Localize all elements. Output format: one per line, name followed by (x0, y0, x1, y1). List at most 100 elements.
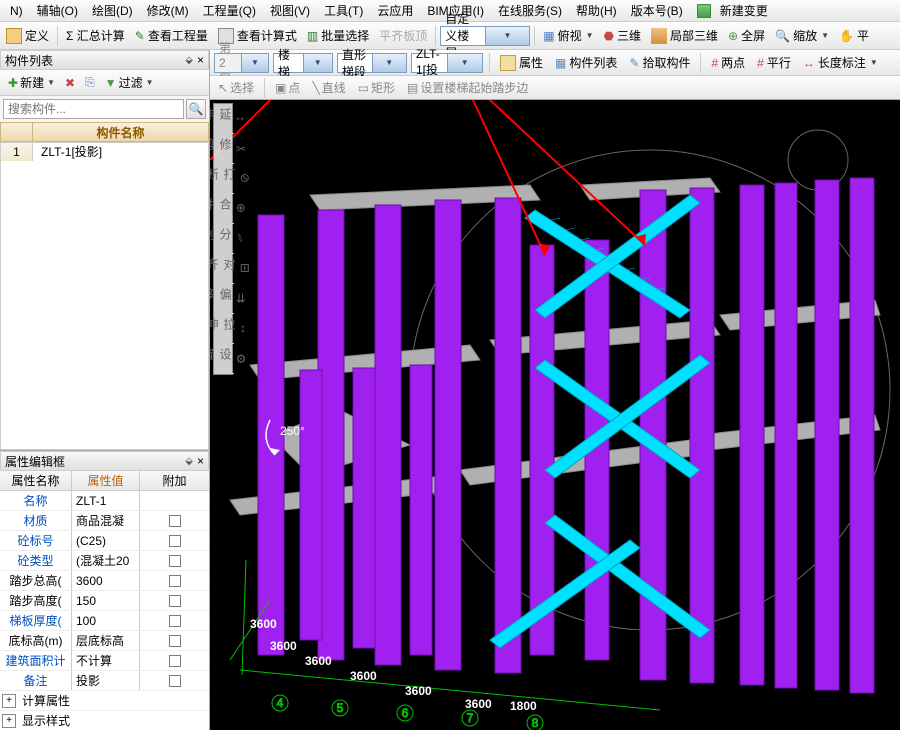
menu-cloud[interactable]: 云应用 (371, 0, 419, 21)
component-grid[interactable]: 1 ZLT-1[投影] (0, 142, 209, 450)
vp-settings[interactable]: ⚙设置 (214, 344, 234, 374)
two-point-button[interactable]: #两点 (707, 52, 749, 73)
property-row[interactable]: 砼标号 (C25) (0, 531, 209, 551)
prop-value[interactable]: (C25) (72, 531, 140, 550)
fullscreen-button[interactable]: ⊕全屏 (724, 25, 769, 46)
property-row[interactable]: 底标高(m) 层底标高 (0, 631, 209, 651)
point-button[interactable]: ▣点 (271, 78, 304, 97)
filter-button[interactable]: ▼过滤▼ (101, 72, 158, 93)
sum-calc-button[interactable]: Σ 汇总计算 (62, 25, 129, 46)
vp-align[interactable]: ⊟对齐▾ (214, 254, 234, 284)
vp-split[interactable]: ⑊分割 (214, 224, 234, 254)
properties-button[interactable]: 属性 (496, 52, 547, 73)
checkbox[interactable] (169, 635, 181, 647)
flush-slab-button[interactable]: 平齐板顶 (375, 25, 431, 46)
search-button[interactable]: 🔍 (186, 99, 206, 119)
prop-value[interactable]: 不计算 (72, 651, 140, 670)
menu-version[interactable]: 版本号(B) (625, 0, 689, 21)
menu-aux-axis[interactable]: 辅轴(O) (31, 0, 84, 21)
zoom-button[interactable]: 🔍缩放▼ (771, 25, 833, 46)
row-number: 1 (1, 143, 33, 161)
checkbox[interactable] (169, 555, 181, 567)
menu-view[interactable]: 视图(V) (264, 0, 316, 21)
checkbox[interactable] (169, 515, 181, 527)
menu-draw[interactable]: 绘图(D) (86, 0, 139, 21)
menu-tools[interactable]: 工具(T) (318, 0, 369, 21)
menu-quantity[interactable]: 工程量(Q) (197, 0, 262, 21)
component-row[interactable]: 1 ZLT-1[投影] (1, 143, 208, 161)
property-expand-row[interactable]: +计算属性 (0, 691, 209, 711)
view-qty-button[interactable]: ✎查看工程量 (131, 25, 212, 46)
rect-button[interactable]: ▭矩形 (354, 78, 399, 97)
vp-offset[interactable]: ⇉偏移 (214, 284, 234, 314)
checkbox[interactable] (169, 595, 181, 607)
menu-help[interactable]: 帮助(H) (570, 0, 623, 21)
prop-value[interactable]: 投影 (72, 671, 140, 690)
vp-merge[interactable]: ⊕合并 (214, 194, 234, 224)
search-input[interactable] (3, 99, 184, 119)
property-table[interactable]: 名称 ZLT-1 材质 商品混凝 砼标号 (C25) 砼类型 (混凝土20 踏步… (0, 491, 209, 730)
close-icon[interactable]: × (197, 454, 204, 468)
property-row[interactable]: 踏步总高( 3600 (0, 571, 209, 591)
pin-icon[interactable]: ⬙ (185, 456, 193, 467)
property-row[interactable]: 踏步高度( 150 (0, 591, 209, 611)
parallel-button[interactable]: #平行 (753, 52, 795, 73)
type-combo[interactable]: 直形梯段▼ (337, 53, 407, 73)
local-3d-button[interactable]: 局部三维 (647, 25, 722, 46)
checkbox[interactable] (169, 535, 181, 547)
property-row[interactable]: 砼类型 (混凝土20 (0, 551, 209, 571)
checkbox[interactable] (169, 655, 181, 667)
new-component-button[interactable]: ✚新建▼ (4, 72, 59, 93)
length-dim-button[interactable]: ↔长度标注▼ (799, 52, 882, 73)
component-list-button[interactable]: ▦构件列表 (551, 52, 621, 73)
batch-select-button[interactable]: ▥批量选择 (303, 25, 373, 46)
row-value[interactable]: ZLT-1[投影] (33, 143, 208, 161)
checkbox[interactable] (169, 675, 181, 687)
3d-view-button[interactable]: ⬣三维 (600, 25, 646, 46)
define-button[interactable]: 定义 (2, 25, 53, 46)
pick-component-button[interactable]: ✎拾取构件 (625, 52, 694, 73)
svg-text:3600: 3600 (405, 684, 432, 698)
property-row[interactable]: 建筑面积计 不计算 (0, 651, 209, 671)
define-icon (6, 28, 22, 44)
prop-value[interactable]: 100 (72, 611, 140, 630)
select-mode-button[interactable]: ↖选择 (214, 78, 258, 97)
pan-button[interactable]: ✋平 (835, 25, 873, 46)
vp-break[interactable]: ⊘打断▾ (214, 164, 234, 194)
copy-button[interactable]: ⎘ (81, 73, 99, 92)
vp-trim[interactable]: ✂修剪 (214, 134, 234, 164)
delete-button[interactable]: ✖ (61, 74, 79, 92)
property-row[interactable]: 梯板厚度( 100 (0, 611, 209, 631)
custom-floor-combo[interactable]: 自定义楼层▼ (440, 26, 530, 46)
checkbox[interactable] (169, 615, 181, 627)
prop-value[interactable]: 商品混凝 (72, 511, 140, 530)
prop-value[interactable]: (混凝土20 (72, 551, 140, 570)
3d-viewport[interactable]: 4 5 6 7 8 3600 3600 3600 3600 3600 3600 … (210, 100, 900, 730)
line-button[interactable]: ╲直线 (308, 78, 349, 97)
menu-modify[interactable]: 修改(M) (141, 0, 195, 21)
component-combo[interactable]: ZLT-1[投▼ (411, 53, 483, 73)
prop-value[interactable]: 3600 (72, 571, 140, 590)
menu-online[interactable]: 在线服务(S) (492, 0, 568, 21)
pin-icon[interactable]: ⬙ (185, 55, 193, 66)
prop-value[interactable]: ZLT-1 (72, 491, 140, 510)
prop-value[interactable]: 层底标高 (72, 631, 140, 650)
prop-value[interactable]: 150 (72, 591, 140, 610)
new-change-button[interactable]: 新建变更 (691, 0, 780, 23)
vp-extend[interactable]: ↕延伸 (214, 104, 234, 134)
category-combo[interactable]: 楼梯▼ (273, 53, 333, 73)
property-row[interactable]: 备注 投影 (0, 671, 209, 691)
stair-start-button[interactable]: ▤设置楼梯起始踏步边 (403, 78, 532, 97)
expand-icon[interactable]: + (2, 694, 16, 708)
property-expand-row[interactable]: +显示样式 (0, 711, 209, 730)
close-icon[interactable]: × (197, 53, 204, 67)
expand-icon[interactable]: + (2, 714, 16, 728)
prop-checkbox-cell (140, 591, 209, 610)
vp-stretch[interactable]: ↔拉伸▾ (214, 314, 234, 344)
top-view-button[interactable]: ▦俯视▼ (539, 25, 597, 46)
property-row[interactable]: 名称 ZLT-1 (0, 491, 209, 511)
property-row[interactable]: 材质 商品混凝 (0, 511, 209, 531)
menu-n[interactable]: N) (4, 2, 29, 20)
checkbox[interactable] (169, 575, 181, 587)
floor-combo[interactable]: 第2层▼ (214, 53, 269, 73)
